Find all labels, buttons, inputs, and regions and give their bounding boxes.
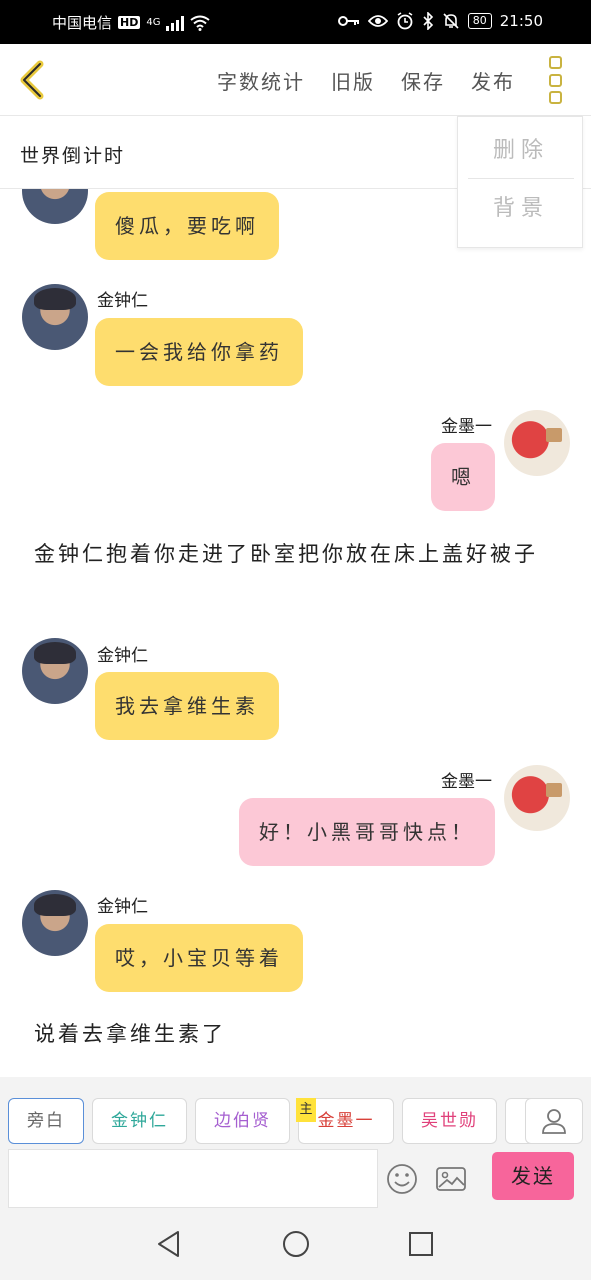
message-input[interactable] [8, 1149, 378, 1208]
avatar[interactable] [22, 890, 88, 956]
carrier-label: 中国电信 [52, 14, 113, 32]
network-label: 4G [146, 17, 161, 28]
avatar[interactable] [504, 765, 570, 831]
word-count-button[interactable]: 字数统计 [217, 66, 305, 95]
message-bubble[interactable]: 哎，小宝贝等着 [95, 924, 303, 992]
character-chip[interactable]: 金钟仁 [92, 1098, 187, 1144]
composer-panel: 旁白 金钟仁 边伯贤 主 金墨一 吴世勋 发送 [0, 1077, 591, 1208]
background-menu-item[interactable]: 背景 [468, 181, 574, 237]
top-toolbar: 字数统计 旧版 保存 发布 [0, 44, 591, 116]
battery-icon: 80 [467, 13, 492, 29]
nav-back-icon[interactable] [156, 1230, 182, 1258]
publish-button[interactable]: 发布 [471, 66, 515, 95]
sender-name: 金墨一 [441, 417, 492, 437]
send-button[interactable]: 发送 [492, 1152, 574, 1200]
save-button[interactable]: 保存 [401, 66, 445, 95]
person-icon [542, 1109, 566, 1134]
back-arrow-icon[interactable] [14, 58, 50, 102]
avatar[interactable] [504, 410, 570, 476]
chat-area[interactable]: 傻瓜，要吃啊 金钟仁 一会我给你拿药 金墨一 嗯 金钟仁抱着你走进了卧室把你放在… [0, 189, 591, 1077]
message-bubble[interactable]: 傻瓜，要吃啊 [95, 192, 279, 260]
status-bar: 中国电信 HD 4G 80 21:50 [0, 0, 591, 44]
host-tag: 主 [296, 1098, 316, 1122]
mute-icon [443, 13, 459, 29]
avatar[interactable] [22, 638, 88, 704]
narration-text[interactable]: 说着去拿维生素了 [34, 1017, 564, 1051]
image-icon[interactable] [435, 1163, 467, 1195]
narration-text[interactable]: 金钟仁抱着你走进了卧室把你放在床上盖好被子 [34, 537, 564, 571]
hd-badge: HD [118, 16, 141, 29]
alarm-icon [397, 12, 413, 30]
old-version-button[interactable]: 旧版 [331, 66, 375, 95]
nav-recents-icon[interactable] [408, 1231, 434, 1257]
character-chip[interactable]: 吴世勋 [402, 1098, 497, 1144]
wifi-icon [190, 15, 211, 31]
clock: 21:50 [499, 12, 543, 30]
character-chip[interactable]: 边伯贤 [195, 1098, 290, 1144]
dropdown-menu: 删除 背景 [457, 116, 583, 248]
sender-name: 金钟仁 [97, 291, 148, 311]
delete-menu-item[interactable]: 删除 [468, 123, 574, 179]
key-icon [337, 16, 359, 26]
bluetooth-icon [423, 12, 433, 30]
story-title[interactable]: 世界倒计时 [20, 141, 125, 168]
manage-characters-button[interactable] [525, 1098, 583, 1144]
sender-name: 金钟仁 [97, 646, 148, 666]
sender-name: 金钟仁 [97, 897, 148, 917]
emoji-icon[interactable] [386, 1163, 418, 1195]
system-nav-bar [0, 1208, 591, 1280]
message-bubble[interactable]: 一会我给你拿药 [95, 318, 303, 386]
avatar[interactable] [22, 189, 88, 224]
avatar[interactable] [22, 284, 88, 350]
sender-name: 金墨一 [441, 772, 492, 792]
character-chip-narrator[interactable]: 旁白 [8, 1098, 84, 1144]
eye-icon [367, 15, 388, 27]
message-bubble[interactable]: 嗯 [431, 443, 495, 511]
signal-icon [166, 15, 185, 31]
message-bubble[interactable]: 好！小黑哥哥快点！ [239, 798, 495, 866]
nav-home-icon[interactable] [282, 1230, 310, 1258]
more-menu-icon[interactable] [549, 56, 567, 104]
message-bubble[interactable]: 我去拿维生素 [95, 672, 279, 740]
